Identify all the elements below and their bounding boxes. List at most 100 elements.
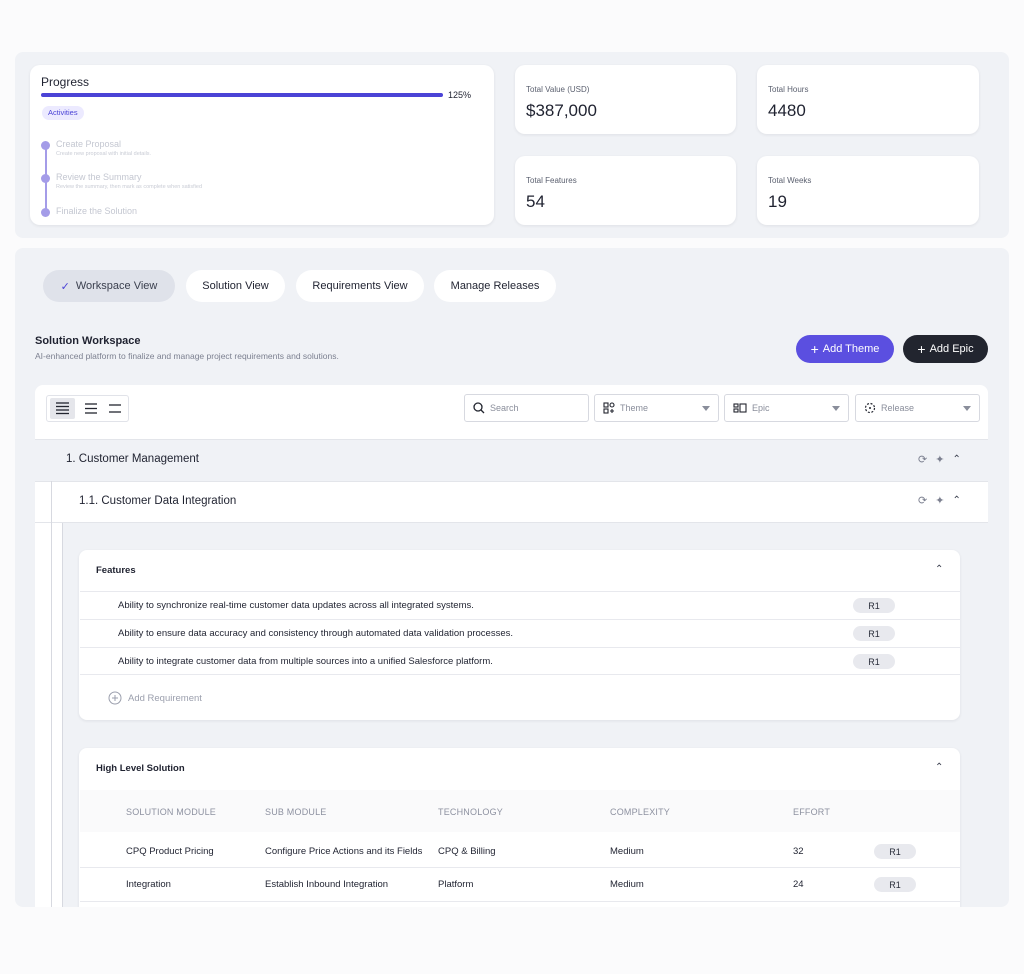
step-desc: Create new proposal with initial details… — [56, 151, 151, 157]
release-badge: R1 — [853, 598, 895, 613]
tab-manage-releases[interactable]: Manage Releases — [434, 270, 556, 302]
column-header: SUB MODULE — [265, 807, 327, 817]
progress-title: Progress — [41, 75, 89, 89]
sparkle-icon[interactable]: ✦ — [935, 453, 944, 466]
search-input[interactable]: Search — [464, 394, 589, 422]
theme-filter-select[interactable]: Theme — [594, 394, 719, 422]
release-filter-label: Release — [881, 403, 914, 413]
cell-complexity: Medium — [610, 879, 644, 890]
step-desc: Review the summary, then mark as complet… — [56, 184, 202, 190]
chevron-up-icon[interactable]: ⌃ — [952, 454, 960, 465]
list-normal-icon — [80, 398, 102, 419]
release-filter-select[interactable]: Release — [855, 394, 980, 422]
epic-icon — [733, 402, 747, 414]
chevron-down-icon — [963, 406, 971, 411]
epic-title: 1.1. Customer Data Integration — [79, 495, 236, 507]
page-bottom — [0, 907, 1024, 974]
progress-bar — [41, 93, 443, 97]
plus-circle-icon — [108, 691, 122, 705]
theme-filter-label: Theme — [620, 403, 648, 413]
add-epic-button[interactable]: + Add Epic — [903, 335, 988, 363]
chevron-up-icon[interactable]: ⌃ — [952, 495, 960, 506]
column-header: EFFORT — [793, 807, 830, 817]
stat-label: Total Value (USD) — [526, 85, 589, 94]
plus-icon: + — [917, 342, 925, 356]
cell-technology: Platform — [438, 879, 473, 890]
tab-label: Requirements View — [312, 280, 407, 292]
check-icon: ✓ — [61, 280, 70, 293]
release-badge: R1 — [874, 844, 916, 859]
progress-percent: 125% — [448, 90, 471, 100]
column-header: SOLUTION MODULE — [126, 807, 216, 817]
add-requirement-button[interactable]: Add Requirement — [108, 691, 202, 705]
cell-submodule: Configure Price Actions and its Fields — [265, 846, 422, 857]
density-normal-button[interactable] — [80, 398, 102, 419]
add-epic-label: Add Epic — [930, 343, 974, 355]
density-relaxed-button[interactable] — [104, 398, 126, 419]
theme-row-actions: ⟳ ✦ ⌃ — [918, 453, 961, 466]
cell-technology: CPQ & Billing — [438, 846, 496, 857]
release-icon — [864, 402, 876, 414]
requirement-row[interactable]: Ability to synchronize real-time custome… — [80, 591, 960, 619]
stat-value: 19 — [768, 192, 787, 212]
chevron-up-icon[interactable]: ⌃ — [935, 564, 943, 575]
stat-value: 4480 — [768, 101, 806, 121]
workspace-subtitle: AI-enhanced platform to finalize and man… — [35, 351, 339, 361]
activities-badge[interactable]: Activities — [42, 106, 84, 120]
refresh-icon[interactable]: ⟳ — [918, 494, 927, 507]
step-title: Finalize the Solution — [56, 206, 137, 216]
cell-submodule: Establish Inbound Integration — [265, 879, 388, 890]
release-badge: R1 — [853, 654, 895, 669]
theme-title: 1. Customer Management — [66, 453, 199, 465]
add-theme-label: Add Theme — [823, 343, 880, 355]
tree-line — [51, 481, 52, 907]
step-dot-3 — [41, 208, 50, 217]
cell-effort: 32 — [793, 846, 804, 857]
search-icon — [473, 402, 485, 414]
requirement-text: Ability to synchronize real-time custome… — [118, 600, 474, 611]
step-dot-1 — [41, 141, 50, 150]
chevron-up-icon[interactable]: ⌃ — [935, 762, 943, 773]
epic-filter-label: Epic — [752, 403, 770, 413]
release-badge: R1 — [853, 626, 895, 641]
chevron-down-icon — [832, 406, 840, 411]
table-row[interactable] — [80, 868, 960, 902]
search-placeholder: Search — [490, 403, 519, 413]
cell-module: CPQ Product Pricing — [126, 846, 214, 857]
chevron-down-icon — [702, 406, 710, 411]
stat-label: Total Weeks — [768, 176, 811, 185]
requirement-row[interactable]: Ability to ensure data accuracy and cons… — [80, 619, 960, 647]
tab-requirements-view[interactable]: Requirements View — [296, 270, 424, 302]
stat-value: $387,000 — [526, 101, 597, 121]
sparkle-icon[interactable]: ✦ — [935, 494, 944, 507]
requirement-row[interactable]: Ability to integrate customer data from … — [80, 647, 960, 675]
workspace-title: Solution Workspace — [35, 335, 141, 347]
list-relaxed-icon — [104, 398, 126, 419]
stat-card-total-weeks: Total Weeks 19 — [757, 156, 979, 225]
step-title: Review the Summary — [56, 172, 142, 182]
add-requirement-label: Add Requirement — [128, 693, 202, 704]
density-compact-button[interactable] — [50, 398, 75, 419]
solution-title: High Level Solution — [96, 763, 185, 774]
stat-card-total-hours: Total Hours 4480 — [757, 65, 979, 134]
features-title: Features — [96, 565, 136, 576]
tab-label: Solution View — [202, 280, 268, 292]
refresh-icon[interactable]: ⟳ — [918, 453, 927, 466]
requirement-text: Ability to integrate customer data from … — [118, 656, 493, 667]
tab-solution-view[interactable]: Solution View — [186, 270, 285, 302]
stat-label: Total Features — [526, 176, 577, 185]
tab-workspace-view[interactable]: ✓ Workspace View — [43, 270, 175, 302]
stat-card-total-features: Total Features 54 — [515, 156, 736, 225]
tab-label: Workspace View — [76, 280, 158, 292]
requirement-text: Ability to ensure data accuracy and cons… — [118, 628, 513, 639]
epic-row-actions: ⟳ ✦ ⌃ — [918, 494, 961, 507]
add-theme-button[interactable]: + Add Theme — [796, 335, 894, 363]
stat-label: Total Hours — [768, 85, 808, 94]
release-badge: R1 — [874, 877, 916, 892]
stat-card-total-value: Total Value (USD) $387,000 — [515, 65, 736, 134]
epic-filter-select[interactable]: Epic — [724, 394, 849, 422]
tab-label: Manage Releases — [451, 280, 540, 292]
step-dot-2 — [41, 174, 50, 183]
column-header: TECHNOLOGY — [438, 807, 503, 817]
tree-line — [62, 523, 63, 907]
